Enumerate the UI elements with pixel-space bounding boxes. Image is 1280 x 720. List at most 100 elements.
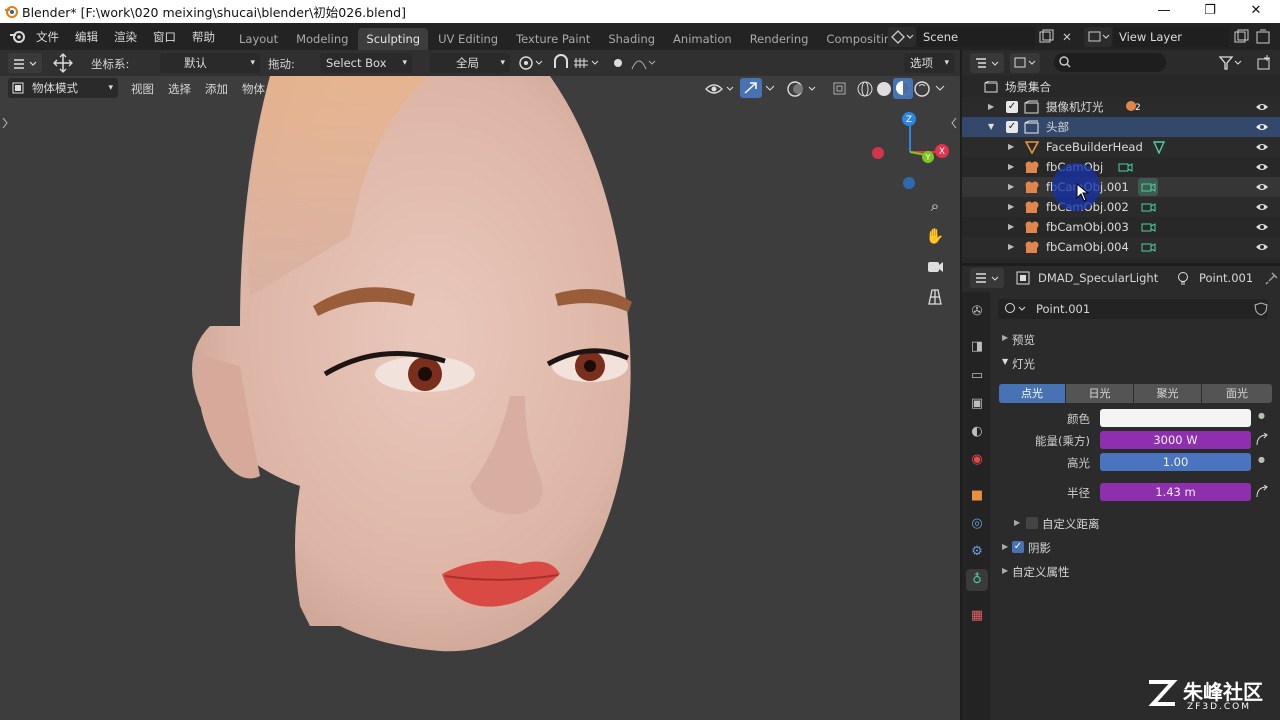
visibility-eye-icon[interactable]	[1256, 181, 1268, 193]
render-tab-icon[interactable]: ◨	[966, 336, 988, 358]
tab-texture-paint[interactable]: Texture Paint	[508, 28, 598, 50]
pan-hand-icon[interactable]: ✋	[922, 223, 948, 249]
radius-field[interactable]: 1.43 m	[1100, 483, 1251, 501]
tab-animation[interactable]: Animation	[665, 28, 740, 50]
light-type-area-button[interactable]: 面光	[1202, 384, 1272, 403]
outliner-row-fbcamobj-001[interactable]: ▶ fbCamObj.001	[962, 177, 1280, 197]
visibility-eye-icon[interactable]	[1256, 201, 1268, 213]
section-shadow[interactable]: 阴影	[1028, 540, 1051, 556]
outliner-row-camera-lights[interactable]: ▶ ✓ 摄像机灯光 2	[962, 97, 1280, 117]
zoom-icon[interactable]: ⌕	[922, 193, 948, 219]
texture-tab-icon[interactable]: ▦	[966, 605, 988, 627]
expand-arrow-icon[interactable]: ▶	[1002, 542, 1008, 551]
outliner-row-fbcamobj-002[interactable]: ▶ fbCamObj.002	[962, 197, 1280, 217]
expand-arrow-icon[interactable]: ▶	[1008, 237, 1014, 257]
rendered-shading-icon[interactable]	[913, 79, 931, 99]
xray-icon[interactable]	[830, 79, 850, 99]
new-view-layer-icon[interactable]	[1232, 27, 1250, 47]
visibility-eye-icon[interactable]	[1256, 161, 1268, 173]
expand-arrow-icon[interactable]: ▶	[1008, 137, 1014, 157]
visibility-eye-icon[interactable]	[1256, 141, 1268, 153]
section-custom-properties[interactable]: 自定义属性	[1012, 564, 1070, 580]
camera-view-icon[interactable]	[922, 254, 948, 280]
new-collection-icon[interactable]	[1254, 53, 1274, 73]
driver-curve-icon[interactable]	[1255, 485, 1269, 499]
custom-distance-checkbox[interactable]	[1026, 517, 1038, 529]
outliner-row-scene-collection[interactable]: 场景集合	[962, 77, 1280, 97]
chevron-down-icon[interactable]	[934, 82, 946, 94]
collapse-arrow-icon[interactable]: ▼	[988, 117, 994, 137]
overlay-icon[interactable]	[785, 79, 819, 99]
tab-rendering[interactable]: Rendering	[742, 28, 817, 50]
datablock-selector[interactable]: Point.001	[998, 299, 1268, 319]
maximize-button[interactable]: ❐	[1187, 0, 1233, 23]
tab-layout[interactable]: Layout	[231, 28, 286, 50]
minimize-button[interactable]: —	[1141, 0, 1187, 23]
wireframe-shading-icon[interactable]	[856, 79, 874, 99]
collection-checkbox[interactable]: ✓	[1006, 121, 1018, 133]
solid-shading-icon[interactable]	[875, 79, 893, 99]
expand-arrow-icon[interactable]: ▶	[1014, 518, 1020, 527]
expand-arrow-icon[interactable]: ▶	[1008, 157, 1014, 177]
tab-modeling[interactable]: Modeling	[288, 28, 356, 50]
keyframe-dot-icon[interactable]: ●	[1258, 411, 1265, 420]
display-mode-button[interactable]	[1010, 53, 1040, 73]
output-tab-icon[interactable]: ▭	[966, 365, 988, 387]
chevron-down-icon[interactable]	[764, 82, 776, 94]
physics-tab-icon[interactable]: ◎	[966, 513, 988, 535]
move-tool-icon[interactable]	[50, 52, 76, 74]
section-preview[interactable]: 预览	[1012, 332, 1035, 348]
specular-field[interactable]: 1.00	[1100, 453, 1251, 471]
collapse-arrow-icon[interactable]: ▼	[1002, 357, 1008, 366]
pin-icon[interactable]	[1265, 271, 1279, 285]
expand-arrow-icon[interactable]: ▶	[1002, 566, 1008, 575]
visibility-eye-icon[interactable]	[1256, 241, 1268, 253]
shadow-checkbox[interactable]: ✓	[1012, 541, 1024, 553]
light-type-sun-button[interactable]: 日光	[1066, 384, 1133, 403]
driver-curve-icon[interactable]	[1255, 433, 1269, 447]
expand-arrow-icon[interactable]: ▶	[1008, 197, 1014, 217]
scene-browse-button[interactable]	[888, 27, 916, 47]
expand-arrow-icon[interactable]: ▶	[1002, 333, 1008, 342]
view-layer-browse-button[interactable]	[1084, 27, 1112, 47]
material-preview-button[interactable]	[893, 78, 913, 99]
new-scene-icon[interactable]	[1037, 27, 1055, 47]
editor-type-button[interactable]	[8, 53, 42, 73]
perspective-grid-icon[interactable]	[922, 284, 948, 310]
menu-render[interactable]: 渲染	[106, 29, 145, 45]
tab-sculpting[interactable]: Sculpting	[358, 28, 429, 50]
view-layer-field[interactable]: View Layer	[1113, 27, 1229, 47]
visibility-eye-icon[interactable]	[1256, 121, 1268, 133]
keyframe-dot-icon[interactable]: ●	[1258, 455, 1265, 464]
power-field[interactable]: 3000 W	[1100, 431, 1251, 449]
blender-menu-icon[interactable]	[9, 28, 26, 44]
menu-help[interactable]: 帮助	[184, 29, 223, 45]
interaction-mode-dropdown[interactable]: 物体模式 ▾	[8, 78, 118, 98]
menu-window[interactable]: 窗口	[145, 29, 184, 45]
light-type-spot-button[interactable]: 聚光	[1134, 384, 1201, 403]
gizmo-toggle-button[interactable]	[740, 78, 762, 98]
scene-name-field[interactable]: Scene	[917, 27, 1035, 47]
expand-arrow-icon[interactable]: ▶	[988, 97, 994, 117]
navigation-gizmo[interactable]: Z X Y	[868, 110, 952, 194]
outliner-row-fbcamobj-003[interactable]: ▶ fbCamObj.003	[962, 217, 1280, 237]
remove-view-layer-icon[interactable]	[1254, 27, 1272, 47]
menu-edit[interactable]: 编辑	[67, 29, 106, 45]
section-light[interactable]: 灯光	[1012, 356, 1035, 372]
visibility-toggle-icon[interactable]	[704, 80, 736, 98]
expand-arrow-icon[interactable]: ▶	[1008, 217, 1014, 237]
outliner-row-fbcamobj[interactable]: ▶ fbCamObj	[962, 157, 1280, 177]
outliner-row-head[interactable]: ▼ ✓ 头部	[962, 117, 1280, 137]
properties-editor-type-button[interactable]	[970, 268, 1004, 288]
visibility-eye-icon[interactable]	[1256, 101, 1268, 113]
head-model[interactable]	[180, 66, 660, 666]
toolbar-toggle-icon[interactable]	[1, 116, 9, 130]
outliner-row-facebuilderhead[interactable]: ▶ FaceBuilderHead	[962, 137, 1280, 157]
options-dropdown[interactable]: 选项 ▾	[904, 53, 954, 73]
3d-viewport[interactable]: 坐标系: 默认 ▾ 拖动: Select Box ▾ 全局 ▾ 选项 ▾ 物体模…	[0, 50, 960, 720]
close-button[interactable]: ✕	[1233, 0, 1279, 23]
delete-scene-icon[interactable]: ✕	[1058, 27, 1076, 47]
viewport-menu-view[interactable]: 视图	[131, 81, 154, 97]
outliner-editor-type-button[interactable]	[970, 53, 1004, 73]
light-data-tab-icon[interactable]: ♁	[966, 569, 988, 591]
